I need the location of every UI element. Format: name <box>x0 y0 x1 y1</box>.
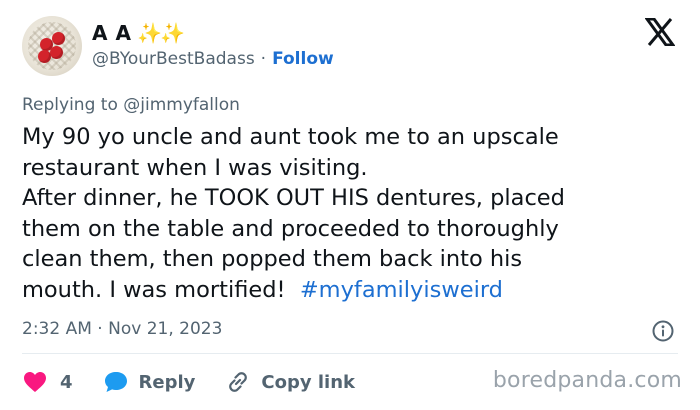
link-icon <box>229 372 248 392</box>
reply-mention-link[interactable]: @jimmyfallon <box>123 95 240 115</box>
avatar-strawberry <box>52 32 65 45</box>
tweet-text-line: them on the table and proceeded to thoro… <box>22 215 559 242</box>
like-count: 4 <box>60 371 73 393</box>
watermark: boredpanda.com <box>492 368 682 393</box>
handle-row: @BYourBestBadass · Follow <box>92 49 334 69</box>
reply-bubble-icon <box>104 372 127 392</box>
hashtag-link[interactable]: #myfamilyisweird <box>300 277 503 303</box>
display-name[interactable]: A A <box>92 21 131 45</box>
copy-link-label: Copy link <box>261 371 355 393</box>
tweet-text-last-line: mouth. I was mortified! #myfamilyisweird <box>22 275 682 306</box>
tweet-text-segment: mouth. I was mortified! <box>22 276 286 303</box>
copy-link-button[interactable]: Copy link <box>225 370 355 394</box>
action-bar: 4 Reply Copy link <box>22 370 385 394</box>
follow-button[interactable]: Follow <box>272 49 334 69</box>
heart-icon <box>24 372 46 392</box>
divider <box>22 353 678 354</box>
sparkles-emoji: ✨✨ <box>137 21 185 45</box>
tweet-time: 2:32 AM <box>22 319 92 339</box>
tweet-card: A A ✨✨ @BYourBestBadass · Follow Replyin… <box>0 0 700 410</box>
author-handle[interactable]: @BYourBestBadass <box>92 49 255 69</box>
handle-separator: · <box>260 49 267 69</box>
reply-context-prefix: Replying to <box>22 95 118 115</box>
avatar-strawberry <box>50 46 63 59</box>
reply-button[interactable]: Reply <box>103 370 196 394</box>
avatar-strawberry <box>38 50 51 63</box>
tweet-date: Nov 21, 2023 <box>108 319 223 339</box>
tweet-text-line: restaurant when I was visiting. <box>22 154 368 181</box>
timestamp[interactable]: 2:32 AM · Nov 21, 2023 <box>22 319 222 339</box>
x-logo-icon[interactable] <box>645 18 675 46</box>
author-name-row: A A ✨✨ <box>92 21 185 45</box>
tweet-text-line: My 90 yo uncle and aunt took me to an up… <box>22 124 559 150</box>
reply-label: Reply <box>138 371 196 393</box>
info-icon[interactable] <box>652 320 674 342</box>
tweet-text-line: After dinner, he TOOK OUT HIS dentures, … <box>22 185 565 211</box>
avatar[interactable] <box>22 16 82 76</box>
tweet-text: My 90 yo uncle and aunt took me to an up… <box>22 122 682 305</box>
reply-context: Replying to @jimmyfallon <box>22 95 240 115</box>
timestamp-separator: · <box>97 319 103 339</box>
like-button[interactable]: 4 <box>22 370 73 394</box>
tweet-text-line: clean them, then popped them back into h… <box>22 246 523 272</box>
